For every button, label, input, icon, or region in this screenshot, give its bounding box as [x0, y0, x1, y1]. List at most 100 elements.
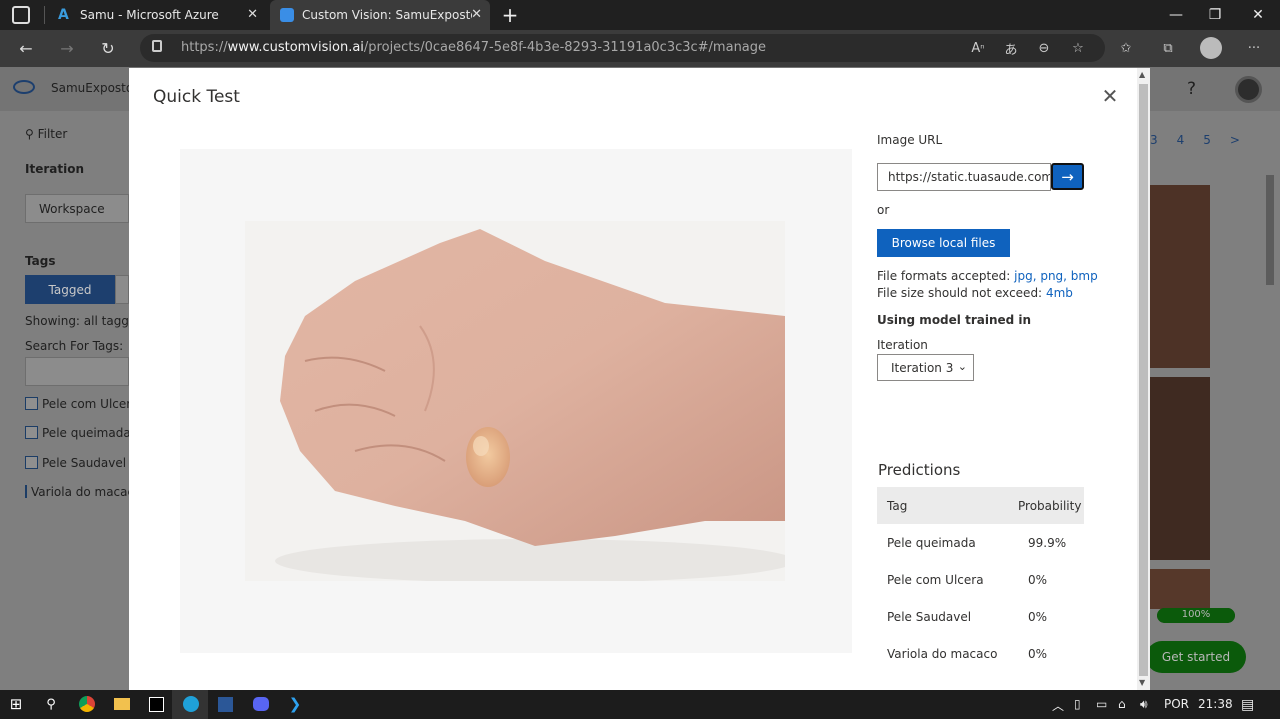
tag-label: Pele com Ulcera	[42, 397, 139, 411]
page-link[interactable]: 3	[1150, 133, 1158, 147]
custom-vision-logo-icon	[280, 8, 294, 22]
intellij-icon[interactable]	[145, 693, 167, 715]
app-scrollbar[interactable]	[1266, 175, 1274, 285]
close-tab-icon[interactable]: ✕	[247, 7, 258, 22]
tag-list-item[interactable]: Pele com Ulcera	[25, 397, 139, 411]
page-link[interactable]: 4	[1177, 133, 1185, 147]
tag-list-item[interactable]: Pele Saudavel 3	[25, 456, 141, 470]
page-link[interactable]: 5	[1203, 133, 1211, 147]
search-tags-input[interactable]	[25, 357, 129, 386]
maximize-icon[interactable]: ❐	[1193, 0, 1237, 30]
scroll-down-icon[interactable]: ▼	[1139, 678, 1145, 687]
tag-label: Pele queimada	[42, 426, 131, 440]
notifications-icon[interactable]: ▤	[1241, 697, 1254, 713]
show-hidden-icons-icon[interactable]: ︿	[1052, 697, 1064, 714]
tag-label: Pele Saudavel 3	[42, 456, 142, 470]
lock-icon	[152, 40, 162, 52]
scroll-up-icon[interactable]: ▲	[1139, 70, 1145, 79]
tag-checkbox[interactable]	[25, 485, 27, 498]
close-window-icon[interactable]: ✕	[1236, 0, 1280, 30]
file-explorer-icon[interactable]	[111, 693, 133, 715]
tag-checkbox[interactable]	[25, 426, 38, 439]
translate-icon[interactable]: あ	[1001, 38, 1021, 58]
back-icon[interactable]: ←	[16, 38, 36, 58]
image-thumbnail[interactable]	[1150, 569, 1210, 609]
tab-azure[interactable]: A Samu - Microsoft Azure ✕	[48, 0, 266, 30]
chevron-down-icon: ⌄	[957, 360, 967, 373]
prediction-probability: 0%	[1028, 647, 1048, 661]
device-icon[interactable]: ▯	[1074, 697, 1081, 711]
tagged-label: Tagged	[48, 282, 92, 297]
submit-url-button[interactable]: →	[1051, 163, 1084, 190]
battery-icon[interactable]: ▭	[1096, 697, 1107, 711]
untagged-toggle[interactable]	[115, 275, 129, 304]
prediction-probability: 0%	[1028, 610, 1048, 624]
arrow-right-icon: →	[1061, 167, 1074, 186]
discord-icon[interactable]	[250, 693, 272, 715]
user-avatar[interactable]	[1235, 76, 1262, 103]
url-text[interactable]: https://www.customvision.ai/projects/0ca…	[181, 40, 766, 55]
new-tab-icon[interactable]: +	[488, 0, 532, 30]
tab-custom-vision[interactable]: Custom Vision: SamuExposto - T ✕	[270, 0, 490, 30]
filter-label: Filter	[37, 127, 68, 141]
image-thumbnail[interactable]	[1150, 185, 1210, 368]
eye-logo-icon	[13, 80, 35, 94]
minimize-icon[interactable]: —	[1154, 0, 1198, 30]
word-icon[interactable]	[214, 693, 236, 715]
close-dialog-icon[interactable]: ✕	[1098, 84, 1122, 108]
vscode-icon[interactable]: ❯	[284, 693, 306, 715]
clock[interactable]: 21:38	[1198, 697, 1233, 711]
chrome-icon[interactable]	[76, 693, 98, 715]
read-aloud-icon[interactable]: Aⁿ	[968, 38, 988, 58]
filter-button[interactable]: ⚲ Filter	[25, 127, 67, 141]
more-options-icon[interactable]: ···	[1244, 38, 1264, 58]
file-size-value: 4mb	[1045, 286, 1073, 300]
file-formats-value: jpg, png, bmp	[1014, 269, 1098, 283]
tagged-toggle[interactable]: Tagged	[25, 275, 115, 304]
workspace-dropdown[interactable]: Workspace	[25, 194, 129, 223]
edge-icon[interactable]	[180, 693, 202, 715]
prediction-tag: Pele Saudavel	[887, 610, 972, 624]
tab-actions-icon[interactable]	[12, 6, 30, 24]
profile-avatar[interactable]	[1200, 37, 1222, 59]
get-started-label: Get started	[1161, 650, 1231, 664]
tab-custom-vision-title: Custom Vision: SamuExposto - T	[302, 8, 472, 22]
favorites-icon[interactable]: ✩	[1116, 38, 1136, 58]
project-name[interactable]: SamuExposto	[51, 81, 133, 95]
test-image	[245, 221, 785, 581]
add-favorite-icon[interactable]: ☆	[1068, 38, 1088, 58]
windows-start-icon[interactable]: ⊞	[5, 693, 27, 715]
tag-list-item[interactable]: Pele queimada	[25, 426, 131, 440]
file-size-label: File size should not exceed:	[877, 286, 1043, 300]
tab-azure-title: Samu - Microsoft Azure	[80, 8, 219, 22]
image-url-input[interactable]: https://static.tuasaude.com/m	[877, 163, 1051, 191]
tab-divider	[44, 6, 45, 24]
image-thumbnail[interactable]	[1150, 377, 1210, 560]
volume-icon[interactable]: 🔊︎	[1140, 697, 1148, 712]
language-indicator[interactable]: POR	[1164, 697, 1189, 711]
iteration-heading: Iteration	[25, 162, 84, 176]
get-started-button[interactable]: Get started	[1146, 641, 1246, 673]
collections-icon[interactable]: ⧉	[1158, 38, 1178, 58]
page-next-link[interactable]: >	[1230, 133, 1240, 147]
tag-checkbox[interactable]	[25, 397, 38, 410]
tag-checkbox[interactable]	[25, 456, 38, 469]
iteration-label: Iteration	[877, 338, 928, 352]
search-icon[interactable]: ⚲	[40, 693, 62, 715]
dialog-scrollbar-thumb[interactable]	[1139, 84, 1148, 676]
progress-label: 100%	[1181, 609, 1211, 620]
tag-list-item[interactable]: Variola do macac	[25, 485, 129, 499]
help-icon[interactable]: ?	[1187, 79, 1196, 99]
iteration-select[interactable]: Iteration 3 ⌄	[877, 354, 974, 381]
file-formats-text: File formats accepted: jpg, png, bmp	[877, 269, 1098, 283]
dialog-title: Quick Test	[153, 87, 240, 107]
browse-local-files-button[interactable]: Browse local files	[877, 229, 1010, 257]
close-tab-icon[interactable]: ✕	[471, 7, 482, 22]
prediction-tag: Variola do macaco	[887, 647, 998, 661]
network-icon[interactable]: ⌂	[1118, 697, 1126, 711]
zoom-out-icon[interactable]: ⊖	[1034, 38, 1054, 58]
forward-icon[interactable]: →	[57, 38, 77, 58]
refresh-icon[interactable]: ↻	[98, 38, 118, 58]
or-label: or	[877, 203, 890, 217]
prediction-probability: 99.9%	[1028, 536, 1067, 550]
